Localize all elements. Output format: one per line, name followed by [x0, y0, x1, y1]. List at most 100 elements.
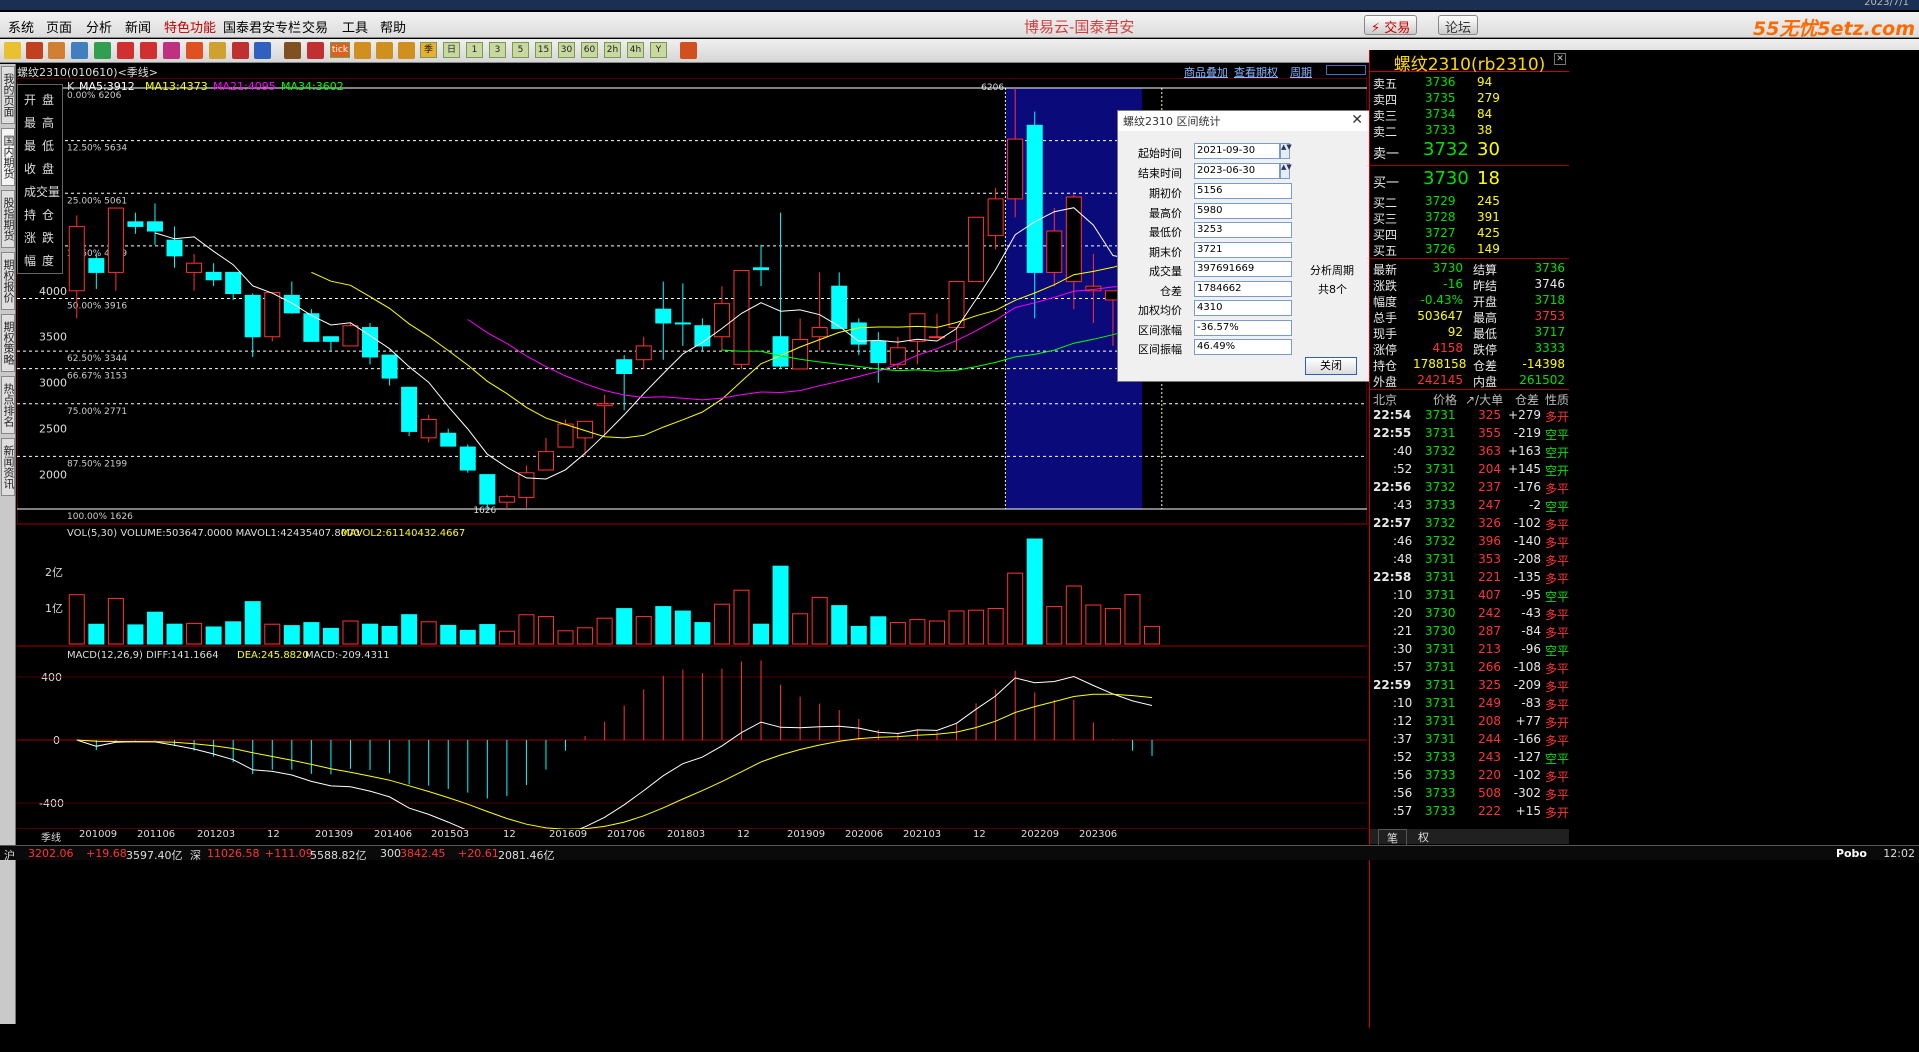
tick-row[interactable]: :46 3732 396 -140 多平 [1373, 534, 1569, 552]
period-15min[interactable]: 15 [535, 42, 552, 58]
menu-gtja-column[interactable]: 国泰君安专栏 [223, 17, 301, 36]
bid-row[interactable]: 买五 3726 149 [1373, 242, 1569, 258]
zoom-out-icon[interactable] [140, 42, 157, 59]
calendar-year-icon[interactable] [398, 42, 415, 59]
menu-help[interactable]: 帮助 [380, 17, 406, 36]
bid-row[interactable]: 买二 3729 245 [1373, 194, 1569, 210]
menu-features[interactable]: 特色功能 [164, 17, 216, 36]
calendar-week-icon[interactable] [354, 42, 371, 59]
tick-row[interactable]: 22:54 3731 325 +279 多开 [1373, 408, 1569, 426]
forum-button[interactable]: 论坛 [1438, 15, 1479, 36]
tick-row[interactable]: :12 3731 208 +77 多开 [1373, 714, 1569, 732]
book-icon[interactable] [48, 42, 65, 59]
period-year[interactable]: Y [650, 42, 667, 58]
date-spinner[interactable]: ▲▼ [1280, 163, 1292, 179]
tick-row[interactable]: :10 3731 249 -83 多平 [1373, 696, 1569, 714]
tab-my-page[interactable]: 我的页面 [1, 66, 15, 124]
formula-icon[interactable] [254, 42, 271, 59]
tick-row[interactable]: :21 3730 287 -84 多平 [1373, 624, 1569, 642]
period-day[interactable]: 日 [443, 42, 460, 58]
dialog-field-9[interactable]: -36.57% [1194, 320, 1292, 336]
dialog-field-0[interactable]: 2021-09-30 [1194, 143, 1280, 159]
period-30min[interactable]: 30 [558, 42, 575, 58]
dialog-field-1[interactable]: 2023-06-30 [1194, 163, 1280, 179]
tick-row[interactable]: :52 3731 204 +145 空开 [1373, 462, 1569, 480]
dialog-field-10[interactable]: 46.49% [1194, 339, 1292, 355]
tick-row[interactable]: :43 3733 247 -2 空平 [1373, 498, 1569, 516]
dialog-field-4[interactable]: 3253 [1194, 222, 1292, 238]
bid-row[interactable]: 买一 3730 18 [1373, 168, 1569, 192]
tick-row[interactable]: :56 3733 220 -102 多平 [1373, 768, 1569, 786]
zoom-in-icon[interactable] [117, 42, 134, 59]
tick-row[interactable]: 22:55 3731 355 -219 空平 [1373, 426, 1569, 444]
home-icon[interactable] [26, 42, 43, 59]
kline-icon[interactable] [307, 42, 324, 59]
dialog-field-7[interactable]: 1784662 [1194, 281, 1292, 297]
period-5min[interactable]: 5 [512, 42, 529, 58]
calc-icon[interactable] [284, 42, 301, 59]
calendar-month-icon[interactable] [376, 42, 393, 59]
dialog-field-8[interactable]: 4310 [1194, 300, 1292, 316]
draw-icon[interactable] [209, 42, 226, 59]
tab-rights[interactable]: 权 [1410, 829, 1437, 845]
tab-news[interactable]: 新闻资讯 [1, 438, 15, 496]
list-icon[interactable] [71, 42, 88, 59]
tick-row[interactable]: :57 3731 266 -108 多平 [1373, 660, 1569, 678]
period-link[interactable]: 周期 [1290, 64, 1312, 80]
tick-row[interactable]: :52 3733 243 -127 空平 [1373, 750, 1569, 768]
dialog-close-button[interactable]: 关闭 [1305, 357, 1357, 375]
menu-analysis[interactable]: 分析 [86, 17, 112, 36]
menu-news[interactable]: 新闻 [125, 17, 151, 36]
ask-row[interactable]: 卖四 3735 279 [1373, 91, 1569, 107]
menu-system[interactable]: 系统 [8, 17, 34, 36]
tick-row[interactable]: :37 3731 244 -166 多平 [1373, 732, 1569, 750]
layout-toggle-icon[interactable] [1326, 65, 1366, 75]
menu-tools[interactable]: 工具 [342, 17, 368, 36]
pen-icon[interactable] [186, 42, 203, 59]
window-icon[interactable] [163, 42, 180, 59]
period-quarter[interactable]: 季 [420, 42, 437, 58]
ask-row[interactable]: 卖五 3736 94 [1373, 75, 1569, 91]
ask-row[interactable]: 卖一 3732 30 [1373, 139, 1569, 163]
date-spinner[interactable]: ▲▼ [1280, 143, 1292, 159]
dialog-field-5[interactable]: 3721 [1194, 242, 1292, 258]
tick-row[interactable]: 22:59 3731 325 -209 多平 [1373, 678, 1569, 696]
tick-row[interactable]: 22:56 3732 237 -176 多平 [1373, 480, 1569, 498]
menu-page[interactable]: 页面 [46, 17, 72, 36]
period-4h[interactable]: 4h [627, 42, 644, 58]
tab-option-quotes[interactable]: 期权报价 [1, 252, 15, 310]
period-1min[interactable]: 1 [466, 42, 483, 58]
ask-row[interactable]: 卖三 3734 84 [1373, 107, 1569, 123]
period-3min[interactable]: 3 [489, 42, 506, 58]
ask-row[interactable]: 卖二 3733 38 [1373, 123, 1569, 139]
bid-row[interactable]: 买三 3728 391 [1373, 210, 1569, 226]
dialog-field-6[interactable]: 397691669 [1194, 261, 1292, 277]
tick-button[interactable]: tick [330, 42, 350, 58]
pin-icon[interactable] [232, 42, 249, 59]
tick-row[interactable]: :48 3731 353 -208 多平 [1373, 552, 1569, 570]
tick-row[interactable]: :57 3733 222 +15 多开 [1373, 804, 1569, 822]
trade-button[interactable]: ⚡ 交易 [1364, 15, 1418, 36]
tick-row[interactable]: :56 3733 508 -302 多平 [1373, 786, 1569, 804]
dialog-field-2[interactable]: 5156 [1194, 183, 1292, 199]
period-60min[interactable]: 60 [581, 42, 598, 58]
tick-row[interactable]: 22:57 3732 326 -102 多平 [1373, 516, 1569, 534]
back-icon[interactable] [4, 42, 21, 59]
tick-row[interactable]: :20 3730 242 -43 多平 [1373, 606, 1569, 624]
tab-hot-ranking[interactable]: 热点排名 [1, 376, 15, 434]
menu-trade[interactable]: 交易 [302, 17, 328, 36]
tick-row[interactable]: :10 3731 407 -95 空平 [1373, 588, 1569, 606]
tab-option-strategy[interactable]: 期权策略 [1, 314, 15, 372]
tick-row[interactable]: 22:58 3731 221 -135 多平 [1373, 570, 1569, 588]
panel-close-icon[interactable]: ✕ [1554, 53, 1566, 65]
tab-domestic-futures[interactable]: 国内期货 [1, 128, 15, 186]
overlay-link[interactable]: 商品叠加 [1184, 64, 1228, 80]
tab-index-futures[interactable]: 股指期货 [1, 190, 15, 248]
refresh-icon[interactable] [94, 42, 111, 59]
settings-icon[interactable] [680, 42, 697, 59]
tick-row[interactable]: :40 3732 363 +163 空开 [1373, 444, 1569, 462]
dialog-close-icon[interactable]: ✕ [1351, 112, 1363, 128]
view-options-link[interactable]: 查看期权 [1234, 64, 1278, 80]
tick-row[interactable]: :30 3731 213 -96 空平 [1373, 642, 1569, 660]
dialog-field-3[interactable]: 5980 [1194, 203, 1292, 219]
